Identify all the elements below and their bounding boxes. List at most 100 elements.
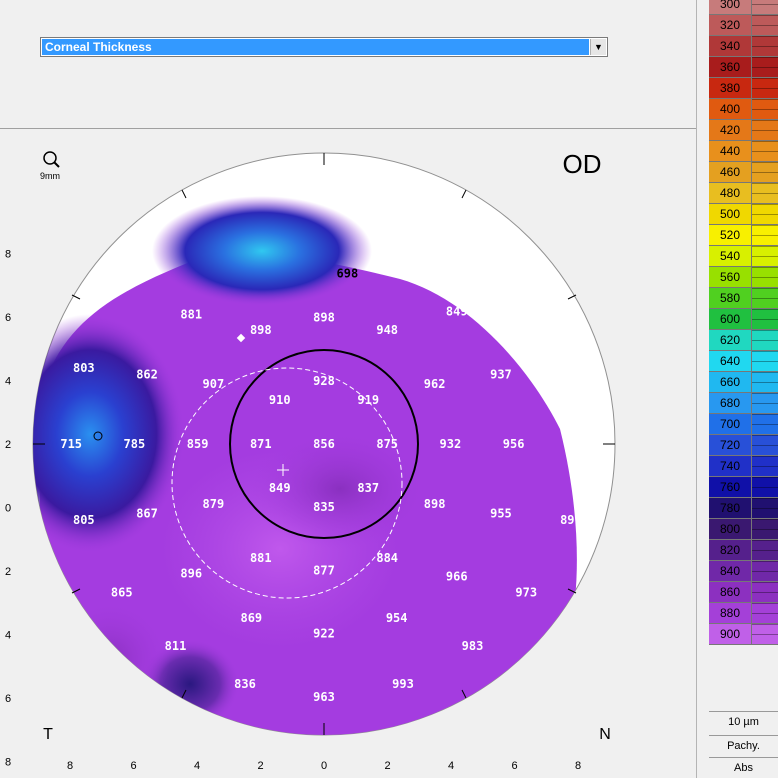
thickness-value: 983: [462, 639, 484, 653]
scale-swatch-lines: [751, 120, 778, 140]
scale-swatch-label: 480: [719, 186, 741, 200]
scale-swatch: 740: [709, 456, 778, 477]
scale-swatch-label: 840: [719, 564, 741, 578]
scale-swatch-lines: [751, 561, 778, 581]
scale-swatch-label: 340: [719, 39, 741, 53]
thickness-value: 955: [490, 507, 512, 521]
scale-swatch-lines: [751, 99, 778, 119]
thickness-value: 932: [440, 437, 462, 451]
thickness-value: 877: [313, 563, 335, 577]
x-tick-label: 8: [67, 760, 73, 772]
scale-swatch: 340: [709, 36, 778, 57]
nasal-label: N: [599, 726, 611, 743]
scale-swatch: 520: [709, 225, 778, 246]
scale-swatch-label: 680: [719, 396, 741, 410]
scale-swatch-lines: [751, 477, 778, 497]
scale-swatch: 420: [709, 120, 778, 141]
thickness-value: 865: [111, 586, 133, 600]
scale-swatch-lines: [751, 15, 778, 35]
scale-swatch: 400: [709, 99, 778, 120]
scale-swatch-label: 760: [719, 480, 741, 494]
scale-swatch-lines: [751, 0, 778, 14]
scale-mode-button[interactable]: Pachy.: [709, 735, 778, 756]
thickness-value: 898: [250, 323, 272, 337]
scale-swatch-label: 880: [719, 606, 741, 620]
thickness-value: 910: [269, 393, 291, 407]
scale-swatch-lines: [751, 141, 778, 161]
scale-swatch-lines: [751, 309, 778, 329]
thickness-value: 836: [234, 677, 256, 691]
thickness-value: 898: [424, 497, 446, 511]
pachymetry-map[interactable]: 698881898898948849803 862907 928 962937910 9…: [0, 129, 696, 778]
thickness-value: 785: [124, 437, 146, 451]
scale-swatch-lines: [751, 162, 778, 182]
scale-swatch: 760: [709, 477, 778, 498]
thickness-value: 907: [203, 377, 225, 391]
scale-swatch-label: 320: [719, 18, 741, 32]
thickness-value: 867: [136, 507, 158, 521]
scale-swatch: 780: [709, 498, 778, 519]
scale-swatch-label: 520: [719, 228, 741, 242]
scale-swatch-lines: [751, 540, 778, 560]
thickness-value: 875: [376, 437, 398, 451]
y-tick-label: 4: [5, 376, 11, 388]
scale-swatch-lines: [751, 624, 778, 644]
scale-swatch-lines: [751, 183, 778, 203]
scale-swatch-label: 800: [719, 522, 741, 536]
thickness-value: 856: [313, 437, 335, 451]
x-tick-label: 0: [321, 760, 327, 772]
chevron-down-icon[interactable]: ▼: [590, 39, 606, 55]
scale-swatch: 800: [709, 519, 778, 540]
scale-swatch: 460: [709, 162, 778, 183]
scale-swatch-lines: [751, 603, 778, 623]
scale-swatch-lines: [751, 498, 778, 518]
y-tick-label: 8: [5, 249, 11, 261]
y-tick-label: 4: [5, 630, 11, 642]
scale-swatch-lines: [751, 393, 778, 413]
scale-swatch-label: 820: [719, 543, 741, 557]
scale-swatch: 660: [709, 372, 778, 393]
thickness-value: 835: [313, 500, 335, 514]
y-tick-label: 6: [5, 693, 11, 705]
scale-swatch-lines: [751, 456, 778, 476]
scale-swatch-label: 780: [719, 501, 741, 515]
panel-divider[interactable]: [696, 0, 708, 778]
scale-swatch-lines: [751, 435, 778, 455]
x-tick-label: 2: [384, 760, 390, 772]
scale-swatch-label: 900: [719, 627, 741, 641]
scale-swatch: 680: [709, 393, 778, 414]
thickness-value: 849: [269, 481, 291, 495]
thickness-value: 837: [357, 481, 379, 495]
color-scale: 300 320 340 360 380 400 420 440 460 480 500 520 540 5…: [709, 0, 778, 778]
y-tick-label: 2: [5, 439, 11, 451]
thickness-value: 881: [180, 307, 202, 321]
scale-swatch: 360: [709, 57, 778, 78]
map-type-dropdown[interactable]: Corneal Thickness ▼: [40, 37, 608, 57]
scale-swatch-lines: [751, 246, 778, 266]
thickness-value: 881: [250, 551, 272, 565]
scale-swatch-lines: [751, 36, 778, 56]
scale-swatch: 560: [709, 267, 778, 288]
y-tick-label: 2: [5, 566, 11, 578]
scale-swatch-label: 620: [719, 333, 741, 347]
scale-abs-button[interactable]: Abs: [709, 757, 778, 778]
thickness-value: 803: [73, 361, 95, 375]
thickness-value: 896: [180, 567, 202, 581]
scale-swatch-label: 700: [719, 417, 741, 431]
x-tick-label: 2: [257, 760, 263, 772]
scale-swatch-lines: [751, 288, 778, 308]
scale-swatch: 440: [709, 141, 778, 162]
thickness-value: 954: [386, 611, 408, 625]
scale-step-button[interactable]: 10 µm: [709, 711, 778, 732]
x-tick-label: 4: [194, 760, 200, 772]
thickness-value: 948: [376, 323, 398, 337]
toolbar-area: Corneal Thickness ▼: [0, 0, 696, 129]
scale-swatch: 500: [709, 204, 778, 225]
thickness-value: 871: [250, 437, 272, 451]
scale-swatch-lines: [751, 267, 778, 287]
scale-swatch-label: 720: [719, 438, 741, 452]
scale-swatch: 580: [709, 288, 778, 309]
scale-swatch-label: 500: [719, 207, 741, 221]
scale-swatch-label: 460: [719, 165, 741, 179]
thickness-value: 922: [313, 627, 335, 641]
